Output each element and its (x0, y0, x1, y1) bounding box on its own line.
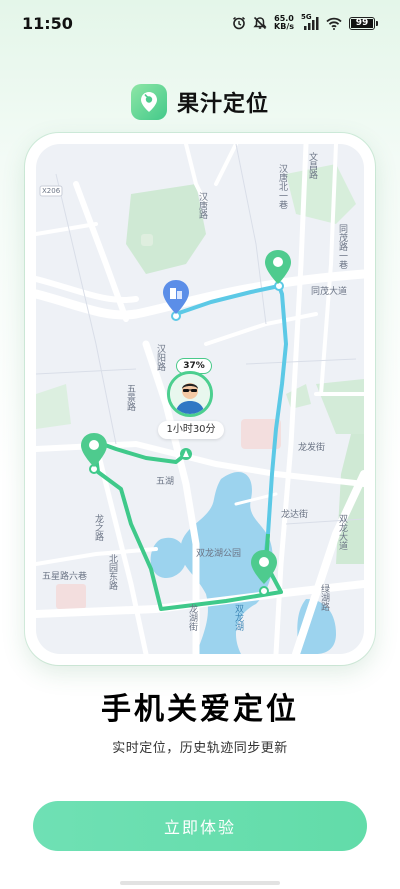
app-name: 果汁定位 (176, 92, 269, 117)
map-label-longfa-st: 龙发街 (298, 443, 326, 453)
app-header: 果汁定位 (0, 84, 400, 120)
map-label-shuanglong-park: 双龙湖公园 (196, 549, 242, 559)
map-label-shuanglong-ave: 双龙大道 (337, 514, 347, 550)
map-label-longda-st: 龙达街 (281, 510, 309, 520)
map-label-hantang-north: 汉唐北一巷 (277, 164, 287, 209)
duration-label: 1小时30分 (158, 421, 224, 439)
map-label-wuxing-6th: 五星路六巷 (42, 572, 88, 582)
alarm-icon (233, 16, 246, 30)
avatar[interactable] (167, 371, 213, 417)
map-label-longzhi-road: 龙之路 (93, 514, 103, 541)
map-label-wujing-road: 五景路 (125, 384, 135, 411)
status-bar: 11:50 65.0 KB/s 5G 99 (0, 0, 400, 48)
map-label-hantang-road: 汉唐路 (197, 192, 207, 219)
user-avatar-icon (170, 374, 210, 414)
location-pin-icon-se[interactable] (248, 548, 280, 588)
map-label-luhu-road: 绿湖路 (319, 584, 329, 611)
mute-icon (253, 16, 267, 30)
map-view[interactable]: X206 文昌路 汉唐北一巷 汉唐路 同茂路一巷 同茂大道 汉阳路 五景路 龙发… (36, 144, 364, 654)
clock: 11:50 (22, 14, 73, 33)
location-pin-logo (130, 84, 167, 120)
network-speed: 65.0 KB/s (274, 14, 294, 31)
map-label-hanyang-road: 汉阳路 (155, 344, 165, 371)
map-label-wuhu: 五湖 (156, 477, 175, 487)
wifi-icon (326, 17, 342, 30)
map-label-wenchang-road: 文昌路 (307, 152, 317, 179)
try-now-button[interactable]: 立即体验 (33, 801, 367, 851)
map-label-shuanglong-lake: 双龙湖 (233, 604, 243, 631)
subtitle: 实时定位，历史轨迹同步更新 (112, 741, 288, 756)
building-pin-icon[interactable] (160, 278, 192, 318)
signal-icon: 5G (301, 13, 319, 30)
map-card: X206 文昌路 汉唐北一巷 汉唐路 同茂路一巷 同茂大道 汉阳路 五景路 龙发… (25, 133, 375, 665)
battery-icon: 99 (349, 16, 378, 30)
map-label-x206: X206 (42, 187, 61, 195)
location-pin-icon-w[interactable] (78, 431, 110, 471)
map-label-tongmao-ave: 同茂大道 (311, 287, 348, 297)
map-label-beiyuan-road: 北园东路 (107, 554, 117, 590)
location-pin-icon-ne[interactable] (262, 248, 294, 288)
headline: 手机关爱定位 (101, 692, 299, 727)
map-label-longhu-road: 龙湖街 (187, 604, 197, 631)
home-indicator[interactable] (120, 881, 280, 885)
status-icons: 65.0 KB/s 5G 99 (232, 13, 378, 31)
map-label-tongmao-road-1: 同茂路一巷 (337, 224, 347, 269)
